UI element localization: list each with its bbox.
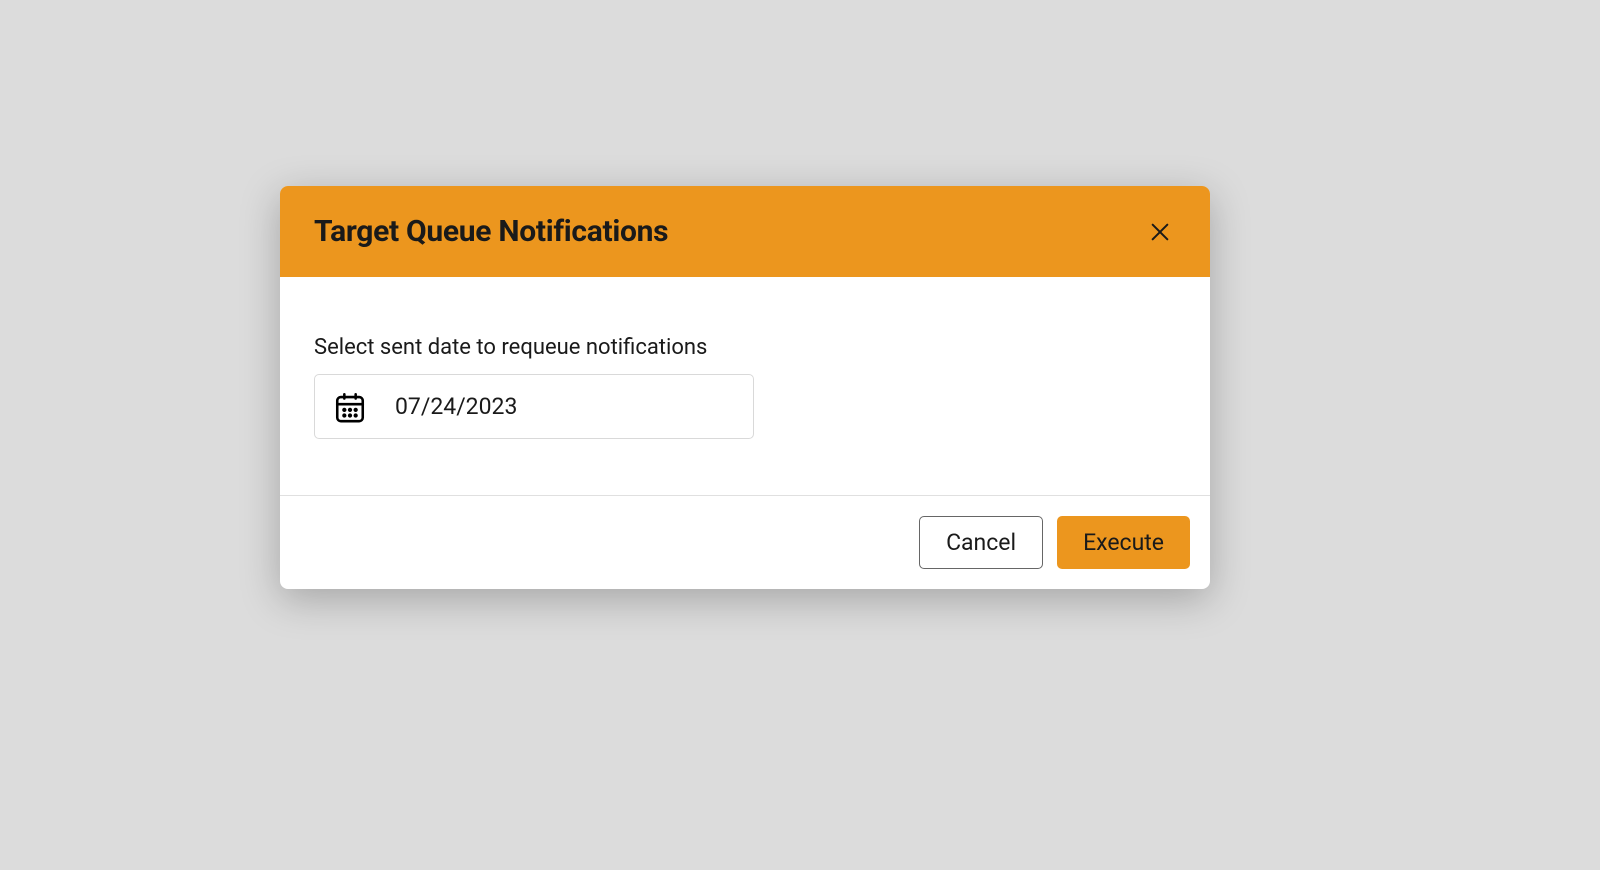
calendar-icon — [333, 390, 367, 424]
modal-header: Target Queue Notifications — [280, 186, 1210, 277]
modal-dialog: Target Queue Notifications Select sent d… — [280, 186, 1210, 589]
date-value: 07/24/2023 — [395, 393, 517, 420]
modal-body: Select sent date to requeue notification… — [280, 277, 1210, 495]
execute-button[interactable]: Execute — [1057, 516, 1190, 569]
close-icon — [1149, 221, 1171, 243]
modal-title: Target Queue Notifications — [314, 214, 668, 249]
date-input[interactable]: 07/24/2023 — [314, 374, 754, 439]
date-field-label: Select sent date to requeue notification… — [314, 335, 1176, 360]
close-button[interactable] — [1144, 216, 1176, 248]
cancel-button[interactable]: Cancel — [919, 516, 1043, 569]
modal-footer: Cancel Execute — [280, 495, 1210, 589]
